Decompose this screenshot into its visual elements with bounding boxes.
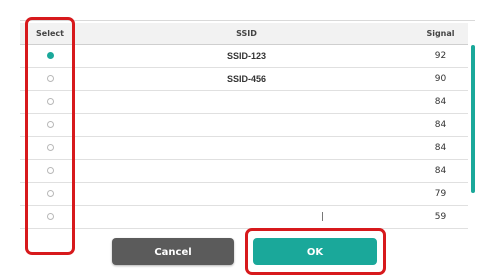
cancel-button[interactable]: Cancel <box>112 238 234 265</box>
text-cursor <box>322 212 323 221</box>
ssid-cell <box>80 90 413 114</box>
table-row[interactable]: SSID-123 92 <box>20 44 468 68</box>
table-row[interactable]: 79 <box>20 182 468 206</box>
signal-cell: 84 <box>413 159 468 183</box>
signal-cell: 79 <box>413 182 468 206</box>
ok-button-highlight <box>245 228 386 275</box>
scrollbar[interactable] <box>471 45 475 193</box>
ssid-cell <box>80 159 413 183</box>
column-header-signal: Signal <box>413 23 468 45</box>
table-row[interactable]: 84 <box>20 136 468 160</box>
table-row[interactable]: 84 <box>20 90 468 114</box>
signal-cell: 92 <box>413 44 468 68</box>
ssid-cell <box>80 113 413 137</box>
table-row[interactable]: SSID-456 90 <box>20 67 468 91</box>
ssid-cell <box>80 136 413 160</box>
signal-cell: 84 <box>413 136 468 160</box>
wifi-network-table: Select SSID Signal SSID-123 92 SSID-456 90 8… <box>20 23 468 229</box>
signal-cell: 90 <box>413 67 468 91</box>
table-row[interactable]: 84 <box>20 113 468 137</box>
ssid-cell: SSID-123 <box>80 44 413 68</box>
ssid-cell <box>80 182 413 206</box>
table-row[interactable]: 84 <box>20 159 468 183</box>
signal-cell: 84 <box>413 90 468 114</box>
ssid-cell: SSID-456 <box>80 67 413 91</box>
table-header-row: Select SSID Signal <box>20 23 468 45</box>
column-header-ssid: SSID <box>80 23 413 45</box>
ssid-cell <box>80 205 413 229</box>
signal-cell: 84 <box>413 113 468 137</box>
select-column-highlight <box>25 17 75 255</box>
signal-cell: 59 <box>413 205 468 229</box>
table-row[interactable]: 59 <box>20 205 468 229</box>
